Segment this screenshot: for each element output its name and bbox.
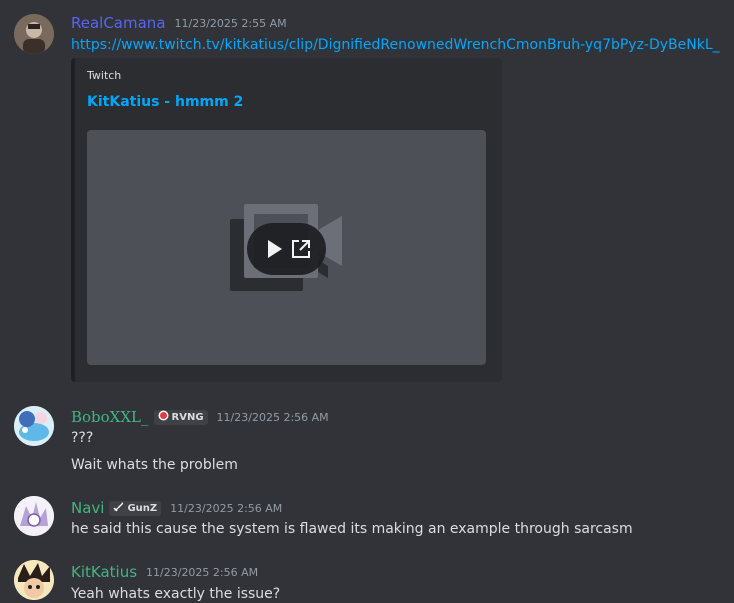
- timestamp: 11/23/2025 2:56 AM: [146, 565, 259, 579]
- message-text: ???: [71, 430, 94, 446]
- message-text: he said this cause the system is flawed …: [71, 521, 633, 537]
- embed-provider: Twitch: [87, 69, 122, 82]
- username[interactable]: KitKatius: [71, 563, 137, 581]
- message-text: Wait whats the problem: [71, 457, 238, 473]
- timestamp: 11/23/2025 2:56 AM: [216, 410, 329, 424]
- avatar[interactable]: [14, 560, 54, 600]
- avatar[interactable]: [14, 406, 54, 446]
- avatar[interactable]: [14, 496, 54, 536]
- message-kitkatius: KitKatius 11/23/2025 2:56 AM Yeah whats …: [0, 546, 734, 602]
- timestamp: 11/23/2025 2:56 AM: [170, 501, 283, 515]
- message-realcamana: RealCamana 11/23/2025 2:55 AM https://ww…: [0, 0, 734, 392]
- timestamp: 11/23/2025 2:55 AM: [174, 16, 287, 30]
- avatar[interactable]: [14, 14, 54, 54]
- open-external-icon[interactable]: [289, 237, 313, 261]
- username[interactable]: RealCamana: [71, 14, 166, 32]
- message-navi: Navi GunZ 11/23/2025 2:56 AM he said thi…: [0, 482, 734, 546]
- record-icon: [158, 410, 172, 424]
- username[interactable]: Navi: [71, 499, 104, 517]
- username[interactable]: BoboXXL_: [71, 408, 149, 426]
- clan-tag[interactable]: RVNG: [153, 409, 208, 425]
- message-link[interactable]: https://www.twitch.tv/kitkatius/clip/Dig…: [71, 36, 720, 54]
- embed-video-placeholder[interactable]: [87, 130, 486, 365]
- video-controls: [247, 223, 326, 275]
- clan-tag-label: RVNG: [171, 411, 204, 423]
- clan-tag-label: GunZ: [127, 502, 158, 514]
- embed-title[interactable]: KitKatius - hmmm 2: [87, 94, 243, 110]
- clan-tag[interactable]: GunZ: [109, 500, 162, 516]
- message-text: Yeah whats exactly the issue?: [71, 586, 281, 602]
- play-icon[interactable]: [262, 237, 286, 261]
- message-boboxxl: BoboXXL_ RVNG 11/23/2025 2:56 AM ??? Wai…: [0, 392, 734, 482]
- link-embed: Twitch KitKatius - hmmm 2: [71, 58, 502, 382]
- sword-icon: [113, 501, 127, 515]
